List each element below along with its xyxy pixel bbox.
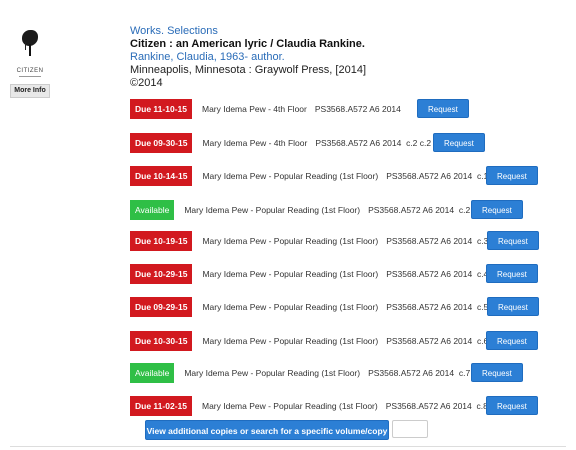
- copy-row: Available Mary Idema Pew - Popular Readin…: [130, 363, 470, 383]
- copy-row: Due 10-19-15 Mary Idema Pew - Popular Rea…: [130, 231, 488, 251]
- copy-location: Mary Idema Pew - 4th Floor: [201, 104, 307, 114]
- copy-location: Mary Idema Pew - Popular Reading (1st Fl…: [184, 368, 361, 378]
- due-date-badge: Due 10-19-15: [130, 231, 193, 251]
- copy-location: Mary Idema Pew - 4th Floor: [202, 138, 308, 148]
- copy-row: Due 10-14-15 Mary Idema Pew - Popular Rea…: [130, 166, 488, 186]
- availability-badge: Available: [130, 363, 175, 383]
- request-button[interactable]: Request: [486, 264, 538, 283]
- request-button[interactable]: Request: [471, 200, 523, 219]
- request-button[interactable]: Request: [486, 331, 538, 350]
- request-button[interactable]: Request: [486, 166, 538, 185]
- due-date-badge: Due 10-29-15: [130, 264, 193, 284]
- copy-row: Available Mary Idema Pew - Popular Readin…: [130, 200, 470, 220]
- call-number: PS3568.A572 A6 2014 c.2: [368, 205, 471, 215]
- request-button[interactable]: Request: [417, 99, 469, 118]
- publisher-info: Minneapolis, Minnesota : Graywolf Press,…: [130, 64, 367, 76]
- availability-badge: Available: [130, 200, 175, 220]
- request-button[interactable]: Request: [433, 133, 485, 152]
- author-link[interactable]: Rankine, Claudia, 1963- author.: [130, 51, 366, 64]
- copy-row: Due 11-10-15 Mary Idema Pew - 4th Floor PS…: [130, 99, 401, 119]
- copy-location: Mary Idema Pew - Popular Reading (1st Fl…: [202, 302, 379, 312]
- cover-title: CITIZEN: [16, 68, 44, 74]
- request-button[interactable]: Request: [487, 231, 539, 250]
- copy-location: Mary Idema Pew - Popular Reading (1st Fl…: [201, 401, 378, 411]
- call-number: PS3568.A572 A6 2014: [314, 104, 401, 114]
- due-date-badge: Due 09-29-15: [130, 297, 193, 317]
- request-button[interactable]: Request: [487, 297, 539, 316]
- call-number: PS3568.A572 A6 2014 c.4: [386, 269, 489, 279]
- copy-location: Mary Idema Pew - Popular Reading (1st Fl…: [202, 171, 379, 181]
- view-additional-copies-button[interactable]: View additional copies or search for a s…: [145, 420, 389, 440]
- request-button[interactable]: Request: [471, 363, 523, 382]
- due-date-badge: Due 09-30-15: [130, 133, 193, 153]
- call-number: PS3568.A572 A6 2014 c.8: [385, 401, 488, 411]
- series-link[interactable]: Works. Selections: [130, 25, 366, 38]
- call-number: PS3568.A572 A6 2014 c.1: [386, 171, 489, 181]
- copy-location: Mary Idema Pew - Popular Reading (1st Fl…: [202, 236, 379, 246]
- book-cover-thumbnail[interactable]: CITIZEN: [10, 22, 50, 77]
- call-number: PS3568.A572 A6 2014 c.3: [386, 236, 489, 246]
- copy-row: Due 09-29-15 Mary Idema Pew - Popular Rea…: [130, 297, 488, 317]
- copy-location: Mary Idema Pew - Popular Reading (1st Fl…: [184, 205, 361, 215]
- due-date-badge: Due 10-14-15: [130, 166, 193, 186]
- call-number: PS3568.A572 A6 2014 c.7: [368, 368, 471, 378]
- copyright-date: ©2014: [130, 77, 163, 89]
- request-button[interactable]: Request: [486, 396, 538, 415]
- copy-row: Due 10-29-15 Mary Idema Pew - Popular Rea…: [130, 264, 488, 284]
- call-number: PS3568.A572 A6 2014 c.2 c.2: [315, 138, 432, 148]
- due-date-badge: Due 10-30-15: [130, 331, 193, 351]
- record-title: Citizen : an American lyric / Claudia Ra…: [130, 38, 365, 50]
- copy-location: Mary Idema Pew - Popular Reading (1st Fl…: [202, 336, 379, 346]
- call-number: PS3568.A572 A6 2014 c.5: [386, 302, 489, 312]
- call-number: PS3568.A572 A6 2014 c.6: [386, 336, 489, 346]
- copy-row: Due 10-30-15 Mary Idema Pew - Popular Rea…: [130, 331, 488, 351]
- bibliographic-record: Works. Selections Citizen : an American …: [130, 25, 366, 90]
- copy-row: Due 09-30-15 Mary Idema Pew - 4th Floor PS…: [130, 133, 431, 153]
- more-info-button[interactable]: More Info: [10, 84, 50, 98]
- cover-divider: [19, 76, 41, 77]
- due-date-badge: Due 11-02-15: [130, 396, 192, 416]
- volume-search-input[interactable]: [392, 420, 428, 438]
- copy-location: Mary Idema Pew - Popular Reading (1st Fl…: [202, 269, 379, 279]
- due-date-badge: Due 11-10-15: [130, 99, 192, 119]
- divider: [10, 446, 566, 447]
- copy-row: Due 11-02-15 Mary Idema Pew - Popular Rea…: [130, 396, 488, 416]
- cover-image: [16, 22, 44, 66]
